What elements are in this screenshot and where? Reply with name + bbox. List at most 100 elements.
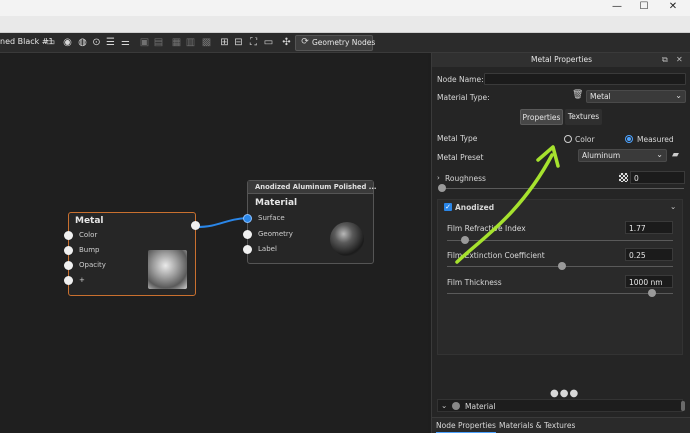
material-node-header-text: Anodized Aluminum Polished ... <box>255 183 377 191</box>
node-name-input[interactable] <box>484 73 686 85</box>
frame-all-icon[interactable]: ⛶ <box>247 36 260 49</box>
material-label-port[interactable] <box>243 245 252 254</box>
material-preview-sphere <box>330 222 364 256</box>
metal-opacity-label: Opacity <box>79 261 106 269</box>
roughness-value: 0 <box>634 174 639 183</box>
chevron-down-icon: ⌄ <box>656 150 663 159</box>
fit-icon[interactable]: ▭ <box>262 36 275 49</box>
metal-color-label: Color <box>79 231 98 239</box>
material-node[interactable]: Anodized Aluminum Polished ... Material … <box>243 180 377 264</box>
ungroup-icon[interactable]: ▥ <box>184 36 197 49</box>
tab-textures[interactable]: Textures <box>565 109 602 125</box>
metal-add-port[interactable] <box>64 276 73 285</box>
material-label-label: Label <box>258 245 277 253</box>
material-type-value: Metal <box>590 92 611 101</box>
geometry-nodes-icon: ⟳ <box>301 37 309 47</box>
tab-materials-textures[interactable]: Materials & Textures <box>499 421 575 430</box>
tab-properties[interactable]: Properties <box>520 109 563 125</box>
close-icon[interactable]: ✕ <box>660 0 686 15</box>
metal-type-measured-radio[interactable] <box>625 135 633 143</box>
film-extinction-slider-knob[interactable] <box>558 262 566 270</box>
metal-opacity-port[interactable] <box>64 261 73 270</box>
material-node-title: Material <box>255 198 298 208</box>
menu-strip <box>0 16 690 33</box>
layout-icon[interactable]: ⊞ <box>218 36 231 49</box>
delete-icon[interactable]: ▤ <box>152 36 165 49</box>
material-type-label: Material Type: <box>437 93 490 102</box>
camera-icon[interactable]: ◍ <box>76 36 89 49</box>
film-thickness-input[interactable]: 1000 nm <box>625 275 673 288</box>
more-icon[interactable]: ●●● <box>550 388 579 399</box>
list-icon[interactable]: ☰ <box>104 36 117 49</box>
metal-preset-value: Aluminum <box>582 151 621 160</box>
tools-icon[interactable]: ✣ <box>280 36 293 49</box>
film-refractive-slider-knob[interactable] <box>461 236 469 244</box>
roughness-label: Roughness <box>445 174 486 183</box>
metal-bump-port[interactable] <box>64 246 73 255</box>
window-title-bar: — ☐ ✕ <box>0 0 690 16</box>
group-icon[interactable]: ▦ <box>170 36 183 49</box>
film-refractive-slider[interactable] <box>447 240 673 241</box>
roughness-slider[interactable] <box>440 188 684 189</box>
panel-bottom-tabs: Node Properties Materials & Textures <box>432 417 690 433</box>
texture-map-icon[interactable] <box>619 173 628 182</box>
save-icon[interactable]: ▭ <box>44 36 57 49</box>
metal-bump-label: Bump <box>79 246 100 254</box>
chevron-down-icon[interactable]: ⌄ <box>670 202 676 211</box>
minimize-icon[interactable]: — <box>604 0 630 15</box>
film-extinction-input[interactable]: 0.25 <box>625 248 673 261</box>
material-node-header: Anodized Aluminum Polished ... <box>248 181 377 194</box>
film-thickness-slider[interactable] <box>447 293 673 294</box>
metal-node[interactable]: Metal Color Bump Opacity + <box>64 212 200 296</box>
metal-preset-label: Metal Preset <box>437 153 484 162</box>
grid-icon[interactable]: ▩ <box>200 36 213 49</box>
film-extinction-label: Film Extinction Coefficient <box>447 251 545 260</box>
align-icon[interactable]: ⊟ <box>232 36 245 49</box>
material-section-bar[interactable]: ⌄ Material <box>437 399 683 412</box>
film-extinction-value: 0.25 <box>629 251 646 260</box>
film-refractive-input[interactable]: 1.77 <box>625 221 673 234</box>
material-ball-icon <box>452 402 460 410</box>
chevron-right-icon[interactable]: › <box>437 174 440 182</box>
metal-node-title: Metal <box>75 216 104 226</box>
geometry-nodes-label: Geometry Nodes <box>312 38 376 47</box>
toolbar: ned Black #1 ▭ ◉ ◍ ⊙ ☰ ⚌ ▣ ▤ ▦ ▥ ▩ ⊞ ⊟ ⛶… <box>0 33 690 53</box>
metal-type-color-label: Color <box>575 135 595 144</box>
material-surface-port[interactable] <box>243 214 252 223</box>
target-icon[interactable]: ⊙ <box>90 36 103 49</box>
material-type-select[interactable]: Metal ⌄ <box>586 90 686 103</box>
metal-type-label: Metal Type <box>437 134 478 143</box>
close-panel-icon[interactable]: ✕ <box>676 55 683 64</box>
metal-type-measured-label: Measured <box>637 135 674 144</box>
film-thickness-slider-knob[interactable] <box>648 289 656 297</box>
metal-add-label: + <box>79 276 85 284</box>
film-refractive-value: 1.77 <box>629 224 646 233</box>
metal-type-color-radio[interactable] <box>564 135 572 143</box>
roughness-slider-knob[interactable] <box>438 184 446 192</box>
roughness-input[interactable]: 0 <box>630 171 685 184</box>
tab-node-properties[interactable]: Node Properties <box>436 421 496 433</box>
sliders-icon[interactable]: ⚌ <box>119 36 132 49</box>
film-refractive-label: Film Refractive Index <box>447 224 526 233</box>
render-icon[interactable]: ◉ <box>61 36 74 49</box>
material-geometry-label: Geometry <box>258 230 293 238</box>
metal-color-port[interactable] <box>64 231 73 240</box>
metal-output-port[interactable] <box>191 221 200 230</box>
trash-icon[interactable]: 🗑 <box>572 90 583 100</box>
metal-preset-select[interactable]: Aluminum ⌄ <box>578 149 667 162</box>
chevron-down-icon: ⌄ <box>441 401 448 410</box>
node-name-label: Node Name: <box>437 75 484 84</box>
anodized-checkbox[interactable]: ✓ <box>444 203 452 211</box>
panel-title: Metal Properties <box>531 55 592 64</box>
panel-header: Metal Properties ⧉ ✕ <box>432 53 690 67</box>
material-geometry-port[interactable] <box>243 230 252 239</box>
film-thickness-value: 1000 nm <box>629 278 663 287</box>
chevron-down-icon: ⌄ <box>675 91 682 100</box>
maximize-icon[interactable]: ☐ <box>631 0 657 15</box>
duplicate-icon[interactable]: ▣ <box>138 36 151 49</box>
geometry-nodes-button[interactable]: ⟳ Geometry Nodes <box>295 35 376 51</box>
panel-scrollbar[interactable] <box>681 401 685 411</box>
folder-icon[interactable]: ▰ <box>672 150 679 160</box>
undock-icon[interactable]: ⧉ <box>662 55 668 65</box>
node-graph-canvas[interactable]: Metal Color Bump Opacity + Anodized Alum… <box>0 54 428 433</box>
